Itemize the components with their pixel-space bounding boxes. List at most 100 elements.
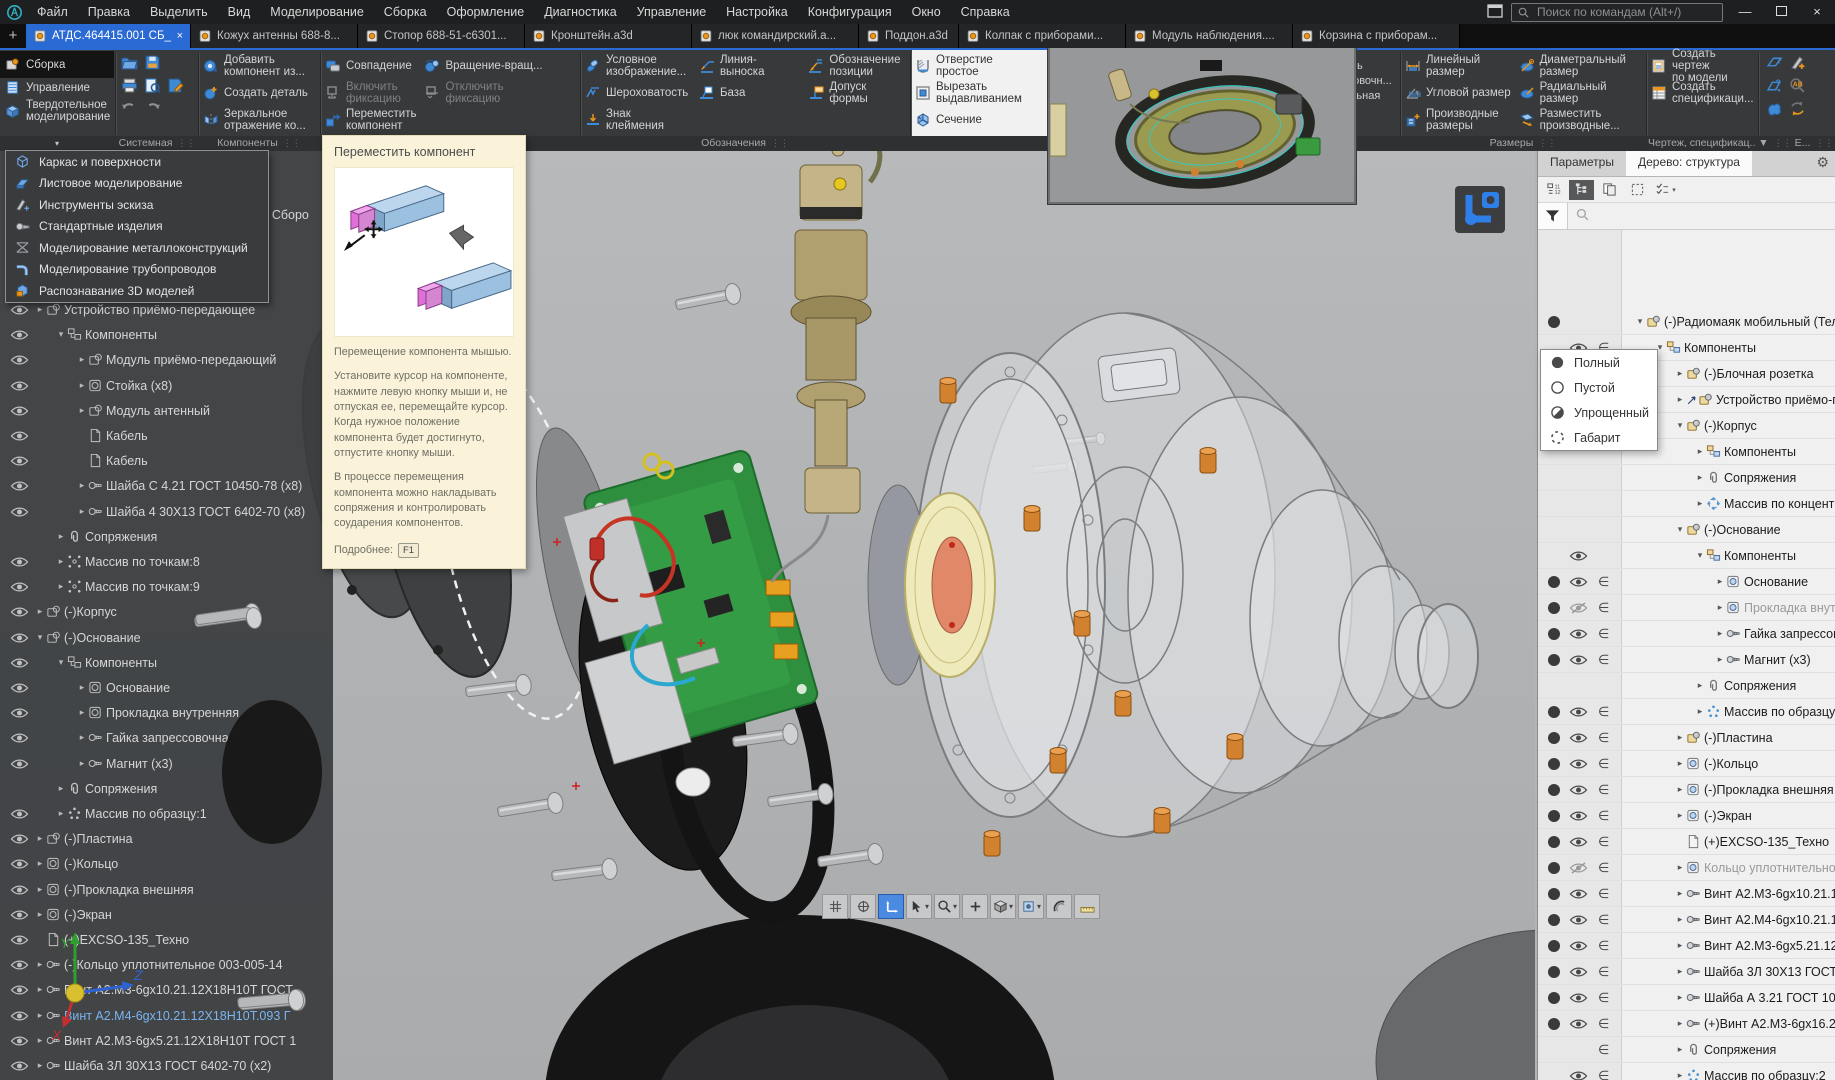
print-button[interactable] (121, 77, 138, 95)
eye-icon[interactable] (1569, 1070, 1588, 1080)
panel-tab-1[interactable]: Дерево: структура (1625, 149, 1752, 176)
ribbon-button[interactable]: Создать чертеж по модели (1648, 48, 1758, 84)
structure-tree-row[interactable]: ∈▸Гайка запрессовочная за (1538, 621, 1835, 647)
expander-icon[interactable]: ▸ (1714, 628, 1726, 639)
tab-close-icon[interactable]: × (177, 30, 183, 42)
eye-icon[interactable] (1569, 836, 1588, 848)
folder-open-button[interactable] (121, 54, 138, 72)
model-tree-row[interactable]: ▸ (-)Прокладка внешняя (0, 877, 333, 902)
expander-icon[interactable]: ▸ (34, 304, 46, 315)
expander-icon[interactable]: ▸ (34, 884, 46, 895)
ribbon-button[interactable]: Переместить компонент (322, 106, 419, 133)
toolset-item-1[interactable]: Листовое моделирование (6, 173, 268, 195)
ribbon-button[interactable]: Создать деталь (200, 79, 311, 106)
menu-5[interactable]: Сборка (374, 0, 437, 24)
eye-icon[interactable] (1569, 914, 1588, 926)
model-tree-row[interactable]: ▸ Модуль приёмо-передающий (0, 347, 333, 372)
expander-icon[interactable]: ▸ (1674, 394, 1686, 405)
doc-tab-4[interactable]: люк командирский.a... (692, 24, 859, 48)
ribbon-button[interactable]: Создать спецификаци... (1648, 79, 1758, 106)
ribbon-button[interactable]: Знак клеймения (582, 106, 694, 133)
ribbon-button[interactable]: Совпадение (322, 52, 419, 79)
eye-icon[interactable] (1569, 550, 1588, 562)
structure-tree-row[interactable]: ∈▸Шайба 3Л 30Х13 ГОСТ 6402- (1538, 959, 1835, 985)
model-tree-row[interactable]: ▸ (-)Пластина (0, 826, 333, 851)
structure-tree-row[interactable]: ∈▸Прокладка внутренняя (1538, 595, 1835, 621)
eye-icon[interactable] (1569, 940, 1588, 952)
eye-icon[interactable] (1569, 992, 1588, 1004)
element-of-icon[interactable]: ∈ (1598, 626, 1609, 642)
save-button[interactable] (144, 54, 161, 72)
expander-icon[interactable]: ▸ (1674, 732, 1686, 743)
bt-snap-button[interactable] (850, 894, 876, 919)
tb-tree-button[interactable] (1569, 179, 1594, 200)
structure-tree-row[interactable]: ∈ (+)EXCSO-135_Техно (1538, 829, 1835, 855)
model-tree-row[interactable]: ▸ Винт А2.М4-6gx10.21.12Х18Н10Т.093 Г (0, 1003, 333, 1028)
model-tree-row[interactable]: ▾ Компоненты (0, 650, 333, 675)
tb-check-button[interactable]: ▾ (1653, 180, 1678, 200)
structure-tree-row[interactable]: ▸ Сопряжения (1538, 673, 1835, 699)
structure-tree-row[interactable]: ∈ ▸ (-)Прокладка внешняя (1538, 777, 1835, 803)
expander-icon[interactable]: ▸ (55, 783, 67, 794)
element-of-icon[interactable]: ∈ (1598, 860, 1609, 876)
bt-cursor-button[interactable]: ▾ (906, 894, 932, 919)
expander-icon[interactable]: ▸ (1694, 498, 1706, 509)
menu-7[interactable]: Диагностика (534, 0, 626, 24)
eye-icon[interactable] (10, 934, 29, 946)
close-button[interactable]: × (1803, 0, 1831, 24)
model-tree-row[interactable]: ▸ Шайба 3Л 30Х13 ГОСТ 6402-70 (x2) (0, 1053, 333, 1078)
eye-icon[interactable] (1569, 628, 1588, 640)
structure-tree-row[interactable]: ∈▸(+)Винт А2.М3-6gx16.21.12Х18 (1538, 1011, 1835, 1037)
panel-tab-0[interactable]: Параметры (1538, 149, 1626, 176)
expander-icon[interactable]: ▸ (55, 581, 67, 592)
load-state-bullet[interactable] (1548, 601, 1560, 614)
minimize-button[interactable]: — (1731, 0, 1759, 24)
expander-icon[interactable]: ▸ (1674, 784, 1686, 795)
menu-9[interactable]: Настройка (716, 0, 798, 24)
eye-icon[interactable] (10, 657, 29, 669)
element-of-icon[interactable]: ∈ (1598, 1042, 1609, 1058)
eye-icon[interactable] (10, 380, 29, 392)
ribbon-button[interactable]: Разместить производные... (1516, 106, 1629, 133)
element-of-icon[interactable]: ∈ (1598, 652, 1609, 668)
ribbon-button[interactable]: Линия-выноска (696, 52, 803, 79)
toolset-item-2[interactable]: Инструменты эскиза (6, 194, 268, 216)
window-layout-icon[interactable] (1487, 3, 1503, 21)
ribbon-button[interactable]: Допуск формы (805, 79, 910, 106)
load-state-bullet[interactable] (1548, 705, 1560, 718)
menu-0[interactable]: Файл (27, 0, 78, 24)
expander-icon[interactable]: ▸ (1694, 680, 1706, 691)
expander-icon[interactable]: ▸ (55, 531, 67, 542)
eye-icon[interactable] (10, 909, 29, 921)
eye-icon[interactable] (10, 682, 29, 694)
filter-button[interactable] (1538, 203, 1568, 229)
ribbon-button[interactable]: Вращение-вращ... (421, 52, 545, 79)
eye-icon[interactable] (10, 1060, 29, 1072)
expander-icon[interactable]: ▸ (1694, 706, 1706, 717)
model-tree-row[interactable]: ▸ Основание (0, 675, 333, 700)
doc-tab-7[interactable]: Модуль наблюдения.... (1126, 24, 1293, 48)
load-state-bullet[interactable] (1548, 861, 1560, 874)
ribbon-button[interactable]: Зеркальное отражение ко... (200, 106, 311, 133)
eye-icon[interactable] (10, 455, 29, 467)
eye-icon[interactable] (1569, 576, 1588, 588)
model-tree-row[interactable]: ▸ Модуль антенный (0, 398, 333, 423)
model-tree-row[interactable]: ▸ Винт А2.М3-6gx5.21.12Х18Н10Т ГОСТ 1 (0, 1028, 333, 1053)
model-tree-row[interactable]: ▸ Стойка (x8) (0, 373, 333, 398)
load-state-bullet[interactable] (1548, 965, 1560, 978)
bt-orient-button[interactable]: ▾ (990, 894, 1016, 919)
load-state-bullet[interactable] (1548, 627, 1560, 640)
element-of-icon[interactable]: ∈ (1598, 834, 1609, 850)
element-of-icon[interactable]: ∈ (1598, 808, 1609, 824)
eye-icon[interactable] (1569, 1018, 1588, 1030)
eye-icon[interactable] (10, 556, 29, 568)
structure-tree-row[interactable]: ▸ Сопряжения (1538, 465, 1835, 491)
doc-tab-3[interactable]: Кронштейн.a3d (525, 24, 692, 48)
ribbon-button[interactable]: Радиальный размер (1516, 79, 1629, 106)
ribbon-button[interactable]: Шероховатость (582, 79, 694, 106)
expander-icon[interactable]: ▸ (1674, 966, 1686, 977)
sk1-button[interactable]: ? (1766, 54, 1783, 72)
expander-icon[interactable]: ▸ (1694, 446, 1706, 457)
expander-icon[interactable]: ▸ (34, 606, 46, 617)
sk2-button[interactable]: ? (1766, 77, 1783, 95)
